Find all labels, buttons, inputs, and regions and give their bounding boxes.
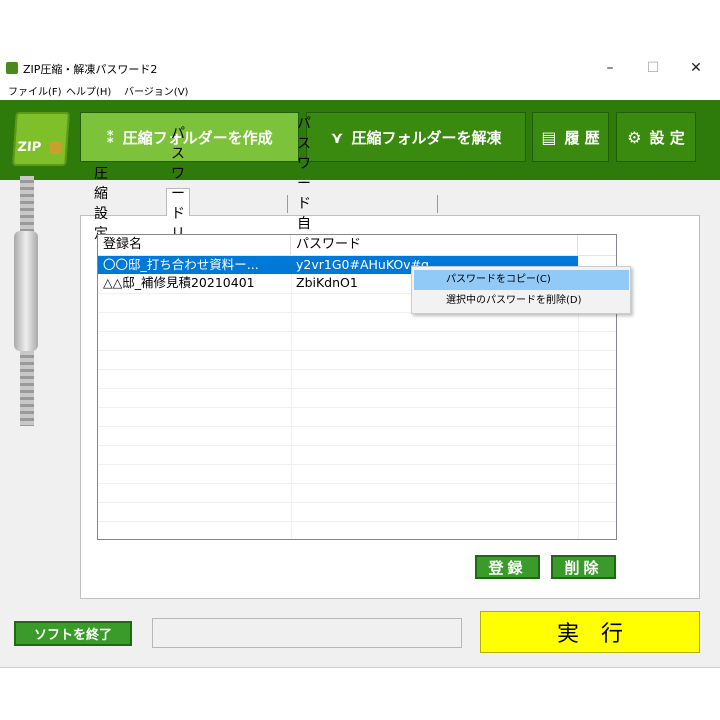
grid-line — [98, 445, 616, 446]
toolbar: ZIP ⁑ 圧縮フォルダーを作成 ⋎ 圧縮フォルダーを解凍 ▤ 履 歴 ⚙ 設 … — [0, 100, 720, 180]
menu-version[interactable]: バージョン(V) — [124, 83, 188, 98]
zip-logo: ZIP — [12, 112, 70, 166]
grid-line — [98, 388, 616, 389]
settings-label: 設 定 — [649, 128, 685, 147]
history-button[interactable]: ▤ 履 歴 — [532, 112, 609, 162]
maximize-button[interactable]: ☐ — [633, 57, 673, 79]
menu-bar: ファイル(F) ヘルプ(H) バージョン(V) — [0, 81, 720, 99]
extract-archive-label: 圧縮フォルダーを解凍 — [351, 128, 502, 147]
zipper-icon: ⁑ — [106, 127, 115, 147]
grid-line — [98, 407, 616, 408]
unzip-icon: ⋎ — [330, 127, 344, 147]
context-menu: パスワードをコピー(C) 選択中のパスワードを削除(D) — [411, 266, 631, 314]
lock-icon — [48, 142, 62, 154]
gear-icon: ⚙ — [627, 127, 642, 147]
column-header-password[interactable]: パスワード — [291, 235, 578, 255]
grid-line — [98, 426, 616, 427]
grid-line — [98, 350, 616, 351]
close-button[interactable]: ✕ — [676, 57, 716, 79]
extract-archive-button[interactable]: ⋎ 圧縮フォルダーを解凍 — [306, 112, 526, 162]
tab-divider — [437, 195, 438, 213]
grid-line — [98, 331, 616, 332]
menu-file[interactable]: ファイル(F) — [8, 83, 62, 98]
run-button[interactable]: 実行 — [480, 611, 700, 653]
tab-password-generator[interactable]: パスワード自動生成 — [293, 116, 315, 292]
tab-password-list[interactable]: パスワードリスト — [166, 126, 190, 282]
item-name: 〇〇邸_打ち合わせ資料ー... — [103, 257, 259, 272]
zipper-pull — [14, 231, 38, 351]
column-header-name[interactable]: 登録名 — [98, 235, 291, 255]
grid-line — [98, 502, 616, 503]
exit-app-button[interactable]: ソフトを終了 — [14, 621, 132, 646]
minimize-button[interactable]: – — [590, 57, 630, 79]
logo-text: ZIP — [16, 140, 42, 155]
register-button[interactable]: 登録 — [475, 555, 540, 579]
list-header: 登録名 パスワード — [98, 235, 616, 256]
zipper-decoration — [0, 176, 76, 436]
window-title: ZIP圧縮・解凍パスワード2 — [23, 63, 158, 76]
tab-compression-settings[interactable]: 圧縮設定 — [90, 166, 112, 242]
grid-line — [98, 369, 616, 370]
status-field — [152, 618, 462, 648]
history-label: 履 歴 — [564, 128, 600, 147]
tab-divider — [287, 195, 288, 213]
create-archive-label: 圧縮フォルダーを作成 — [122, 128, 273, 147]
settings-button[interactable]: ⚙ 設 定 — [616, 112, 696, 162]
create-archive-button[interactable]: ⁑ 圧縮フォルダーを作成 — [80, 112, 299, 162]
grid-line — [98, 483, 616, 484]
delete-password-menu-item[interactable]: 選択中のパスワードを削除(D) — [414, 291, 629, 311]
app-icon — [6, 62, 18, 74]
title-bar: ZIP圧縮・解凍パスワード2 – ☐ ✕ — [0, 55, 720, 81]
delete-button[interactable]: 削除 — [551, 555, 616, 579]
grid-line — [98, 464, 616, 465]
column-divider — [291, 255, 292, 539]
list-icon: ▤ — [541, 127, 557, 147]
grid-line — [98, 521, 616, 522]
copy-password-menu-item[interactable]: パスワードをコピー(C) — [414, 270, 629, 290]
item-name: △△邸_補修見積20210401 — [103, 275, 255, 290]
menu-help[interactable]: ヘルプ(H) — [66, 83, 111, 98]
